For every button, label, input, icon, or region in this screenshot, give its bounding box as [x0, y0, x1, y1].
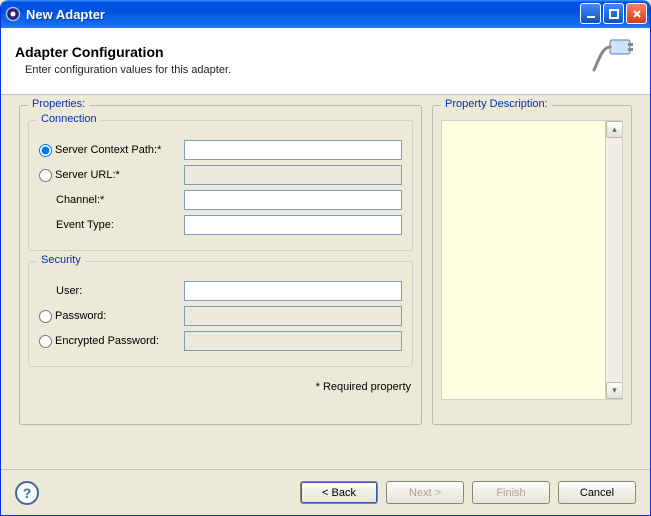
page-subtitle: Enter configuration values for this adap… [25, 64, 231, 76]
property-description-legend: Property Description: [441, 98, 552, 110]
server-url-radio[interactable] [39, 169, 52, 182]
channel-label: Channel:* [39, 194, 184, 206]
server-context-path-input[interactable] [184, 140, 402, 160]
close-button[interactable] [626, 3, 647, 24]
required-note: * Required property [28, 377, 413, 395]
security-group: Security User: Password: [28, 261, 413, 367]
window-title: New Adapter [26, 7, 105, 22]
encrypted-password-radio[interactable] [39, 335, 52, 348]
page-title: Adapter Configuration [15, 44, 231, 60]
event-type-label: Event Type: [39, 219, 184, 231]
properties-legend: Properties: [28, 98, 89, 110]
encrypted-password-label[interactable]: Encrypted Password: [39, 335, 184, 348]
connection-legend: Connection [37, 113, 101, 125]
channel-input[interactable] [184, 190, 402, 210]
titlebar: New Adapter [1, 0, 650, 28]
finish-button[interactable]: Finish [472, 481, 550, 504]
scroll-up-button[interactable]: ▴ [606, 121, 623, 138]
password-input[interactable] [184, 306, 402, 326]
wizard-header: Adapter Configuration Enter configuratio… [1, 28, 650, 95]
encrypted-password-input[interactable] [184, 331, 402, 351]
event-type-input[interactable] [184, 215, 402, 235]
minimize-button[interactable] [580, 3, 601, 24]
adapter-icon [588, 36, 636, 84]
maximize-button[interactable] [603, 3, 624, 24]
next-button[interactable]: Next > [386, 481, 464, 504]
cancel-button[interactable]: Cancel [558, 481, 636, 504]
help-button[interactable]: ? [15, 481, 39, 505]
user-input[interactable] [184, 281, 402, 301]
connection-group: Connection Server Context Path:* [28, 120, 413, 251]
back-button[interactable]: < Back [300, 481, 378, 504]
user-label: User: [39, 285, 184, 297]
scrollbar[interactable]: ▴ ▾ [605, 121, 622, 399]
app-icon [5, 6, 21, 22]
security-legend: Security [37, 254, 85, 266]
server-url-input[interactable] [184, 165, 402, 185]
property-description-group: Property Description: ▴ ▾ [432, 105, 632, 425]
scroll-down-button[interactable]: ▾ [606, 382, 623, 399]
properties-group: Properties: Connection Server Context Pa… [19, 105, 422, 425]
password-radio[interactable] [39, 310, 52, 323]
password-label[interactable]: Password: [39, 310, 184, 323]
property-description-area: ▴ ▾ [441, 120, 623, 400]
wizard-footer: ? < Back Next > Finish Cancel [1, 469, 650, 515]
server-url-label[interactable]: Server URL:* [39, 169, 184, 182]
server-context-path-label[interactable]: Server Context Path:* [39, 144, 184, 157]
server-context-path-radio[interactable] [39, 144, 52, 157]
